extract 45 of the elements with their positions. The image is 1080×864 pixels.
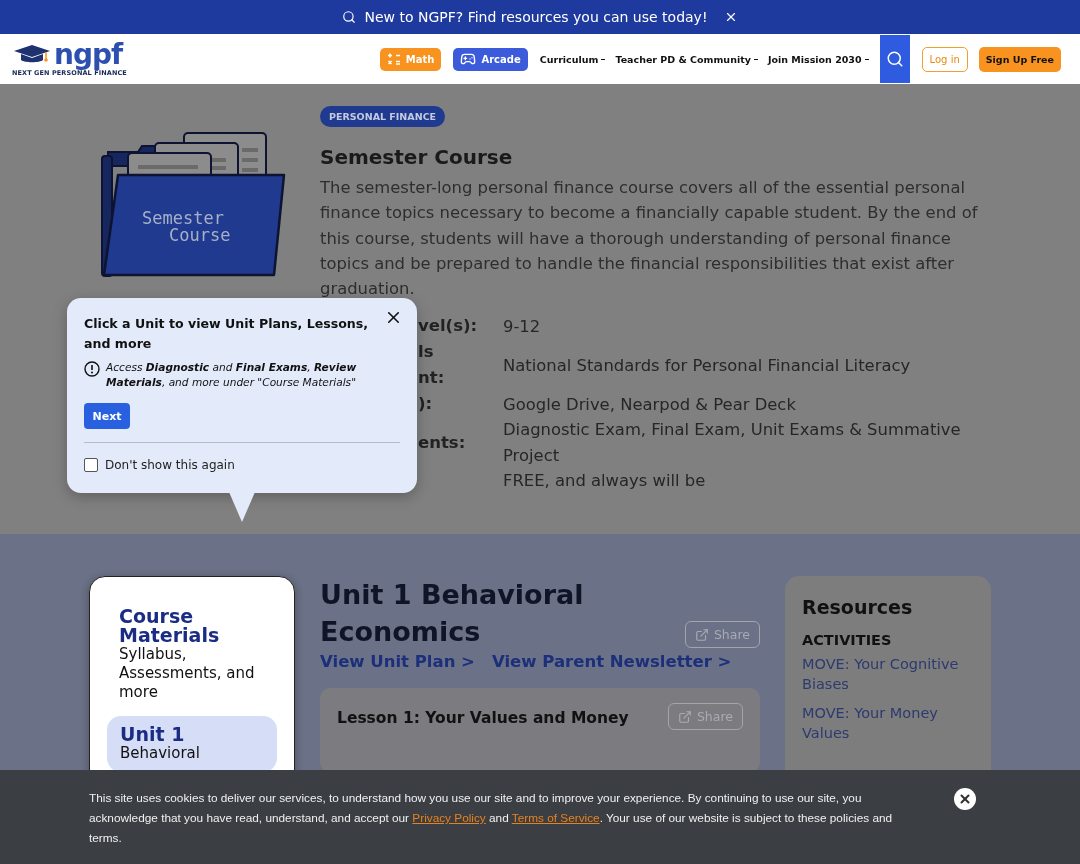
close-icon [958,792,972,806]
checkbox[interactable] [84,458,98,472]
course-title: Semester Course [320,145,513,169]
cookie-notice: This site uses cookies to deliver our services, to understand how you use our site and to improve your experience. By continuing to use our site, you acknowledge that you have read, understand, and accept our Privacy Policy and Terms of Service. Your use of our website is subject to these policies and terms. [89,790,894,847]
detail-label: ls [418,341,435,364]
nav-menu[interactable]: Curriculum [539,53,606,65]
math-symbols-icon [386,52,401,66]
section-heading: ACTIVITIES [802,632,893,648]
popup-title: Click a Unit to view Unit Plans, Lessons, and more [84,315,370,353]
category-badge: PERSONAL FINANCE [320,106,446,127]
detail-value: 9-12 [503,315,542,338]
external-link-icon [694,627,709,642]
nav-menu[interactable]: Teacher PD & Community [615,53,758,65]
detail-label: nt: [418,367,446,390]
detail-value: Google Drive, Nearpod & Pear Deck [503,393,797,416]
detail-label: vel(s): [418,315,479,338]
sidebar-item[interactable]: Course Materials Syllabus, Assessments, and more [107,607,277,702]
external-link-icon [677,709,692,724]
search-button[interactable] [879,35,910,83]
checkbox-label[interactable]: Don't show this again [105,458,235,472]
search-icon [342,10,357,24]
course-description: The semester-long personal finance course covers all of the essential personal finance topics necessary to become a financially capable student. By the end of this course, students will have a thorough understanding of personal finance topics and be prepared to handle the financial responsibilities that exist after graduation. [320,177,979,301]
folder-label: Semester Course [142,208,231,245]
info-icon [84,361,100,377]
nav-menu[interactable]: Join Mission 2030 [767,53,869,65]
unit-title: Unit 1 Behavioral Economics [320,578,585,649]
detail-value: FREE, and always will be [503,470,707,493]
search-icon [885,49,904,69]
resources-title: Resources [802,596,914,618]
gamepad-icon [460,51,477,67]
arcade-button[interactable]: Arcade [453,47,528,71]
banner-text[interactable]: New to NGPF? Find resources you can use today! [364,9,708,25]
next-button[interactable]: Next [84,403,130,429]
detail-label: ): [418,393,434,416]
detail-value: National Standards for Personal Financial Literacy [503,354,912,377]
close-button[interactable] [954,788,976,810]
policy-link[interactable]: Terms of Service [511,811,600,825]
detail-label: ents: [418,431,467,454]
popup-note: Access Diagnostic and Final Exams, Review Materials, and more under "Course Materials" [106,360,358,390]
logo-wordmark[interactable]: ngpf [54,41,123,68]
signup-button[interactable]: Sign Up Free [978,46,1061,72]
policy-link[interactable]: Privacy Policy [412,811,486,825]
detail-value: Diagnostic Exam, Final Exam, Unit Exams & Summative Project [503,419,962,467]
sidebar-item[interactable]: Unit 1 Behavioral [107,716,277,770]
lesson-title: Lesson 1: Your Values and Money [337,708,629,727]
